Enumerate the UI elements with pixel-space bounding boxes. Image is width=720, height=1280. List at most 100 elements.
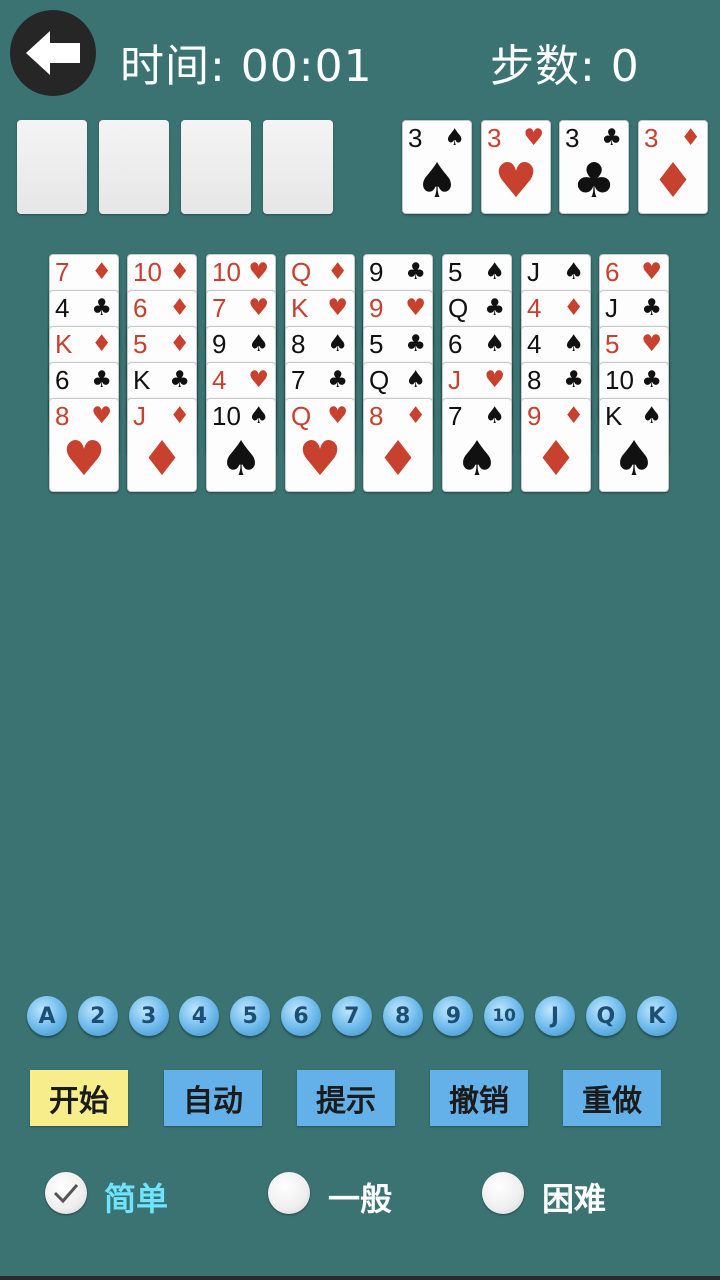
- difficulty-hard-label[interactable]: 困难: [542, 1174, 606, 1220]
- tableau-card[interactable]: 8 ♦ ♦: [363, 398, 433, 492]
- start-button[interactable]: 开始: [30, 1070, 128, 1126]
- rank-button[interactable]: 7: [331, 996, 372, 1036]
- rank-button[interactable]: 4: [179, 996, 220, 1036]
- card-rank: 7: [212, 293, 227, 323]
- rank-button[interactable]: 3: [128, 996, 169, 1036]
- difficulty-easy-label[interactable]: 简单: [104, 1174, 168, 1220]
- card-rank: 5: [605, 329, 620, 359]
- card-rank: 9: [527, 401, 542, 431]
- tableau-card[interactable]: Q ♥ ♥: [285, 398, 355, 492]
- hint-button[interactable]: 提示: [297, 1070, 395, 1126]
- tableau-card[interactable]: 10 ♠ ♠: [206, 398, 276, 492]
- card-suit-small: ♦: [91, 259, 112, 285]
- tableau-card[interactable]: 7 ♠ ♠: [442, 398, 512, 492]
- back-arrow-icon: [26, 31, 80, 75]
- radio-easy[interactable]: [45, 1172, 87, 1214]
- tableau-card[interactable]: J ♦ ♦: [127, 398, 197, 492]
- card-rank: 8: [291, 329, 306, 359]
- card-rank: 7: [448, 401, 463, 431]
- rank-button[interactable]: 2: [77, 996, 118, 1036]
- card-suit-small: ♠: [405, 367, 426, 393]
- rank-button[interactable]: 5: [230, 996, 271, 1036]
- card-suit-large: ♠: [219, 431, 263, 487]
- tableau-card[interactable]: 8 ♥ ♥: [49, 398, 119, 492]
- rank-button[interactable]: 8: [382, 996, 423, 1036]
- card-rank: 6: [55, 365, 70, 395]
- foundation-card[interactable]: 3 ♠ ♠: [402, 120, 472, 214]
- card-suit-large: ♦: [140, 431, 184, 487]
- rank-button[interactable]: K: [636, 996, 677, 1036]
- card-rank: 8: [369, 401, 384, 431]
- card-suit-large: ♠: [612, 431, 656, 487]
- card-rank: 3: [408, 123, 423, 153]
- card-suit-small: ♠: [484, 259, 505, 285]
- card-rank: 8: [527, 365, 542, 395]
- card-rank: 9: [369, 293, 384, 323]
- rank-button[interactable]: J: [535, 996, 575, 1036]
- card-suit-small: ♥: [405, 295, 426, 321]
- card-suit-large: ♦: [651, 153, 695, 209]
- free-cell-1[interactable]: [17, 120, 87, 214]
- card-suit-large: ♠: [455, 431, 499, 487]
- free-cell-2[interactable]: [99, 120, 169, 214]
- foundation-card[interactable]: 3 ♦ ♦: [638, 120, 708, 214]
- card-suit-small: ♦: [169, 295, 190, 321]
- difficulty-normal-label[interactable]: 一般: [328, 1174, 392, 1220]
- rank-button[interactable]: Q: [585, 996, 626, 1036]
- card-rank: 5: [369, 329, 384, 359]
- card-suit-small: ♥: [641, 259, 662, 285]
- tableau-card[interactable]: K ♠ ♠: [599, 398, 669, 492]
- card-rank: 10: [133, 257, 162, 287]
- card-suit-large: ♥: [62, 431, 106, 487]
- card-suit-small: ♦: [327, 259, 348, 285]
- free-cell-4[interactable]: [263, 120, 333, 214]
- card-rank: 4: [55, 293, 70, 323]
- redo-button[interactable]: 重做: [563, 1070, 661, 1126]
- card-suit-small: ♥: [641, 331, 662, 357]
- back-button[interactable]: [10, 10, 96, 96]
- card-rank: 10: [605, 365, 634, 395]
- card-rank: 4: [527, 329, 542, 359]
- radio-hard[interactable]: [482, 1172, 524, 1214]
- free-cell-3[interactable]: [181, 120, 251, 214]
- bottom-bar: [0, 1276, 720, 1280]
- card-suit-small: ♠: [248, 331, 269, 357]
- foundation-card[interactable]: 3 ♣ ♣: [559, 120, 629, 214]
- rank-button[interactable]: A: [27, 996, 67, 1036]
- card-rank: K: [291, 293, 309, 323]
- card-suit-small: ♦: [405, 403, 426, 429]
- card-suit-small: ♠: [563, 259, 584, 285]
- card-suit-small: ♥: [523, 125, 544, 151]
- rank-button[interactable]: 10: [484, 996, 525, 1036]
- card-rank: 6: [605, 257, 620, 287]
- card-rank: Q: [291, 257, 312, 287]
- tableau-card[interactable]: 9 ♦ ♦: [521, 398, 591, 492]
- card-rank: 5: [448, 257, 463, 287]
- card-rank: 6: [133, 293, 148, 323]
- rank-button[interactable]: 6: [281, 996, 321, 1036]
- rank-button[interactable]: 9: [433, 996, 474, 1036]
- timer-label: 时间: 00:01: [120, 41, 373, 92]
- card-rank: 10: [212, 401, 241, 431]
- card-suit-large: ♥: [298, 431, 342, 487]
- card-suit-small: ♣: [563, 367, 584, 393]
- card-suit-small: ♣: [641, 295, 662, 321]
- radio-normal[interactable]: [268, 1172, 310, 1214]
- card-rank: 8: [55, 401, 70, 431]
- card-suit-small: ♥: [484, 367, 505, 393]
- card-rank: 7: [291, 365, 306, 395]
- card-rank: J: [448, 365, 461, 395]
- card-suit-small: ♠: [327, 331, 348, 357]
- card-rank: J: [527, 257, 540, 287]
- card-rank: K: [133, 365, 151, 395]
- card-rank: K: [605, 401, 623, 431]
- card-suit-small: ♣: [601, 125, 622, 151]
- card-suit-small: ♦: [169, 331, 190, 357]
- auto-button[interactable]: 自动: [164, 1070, 262, 1126]
- card-suit-small: ♠: [484, 403, 505, 429]
- foundation-card[interactable]: 3 ♥ ♥: [481, 120, 551, 214]
- steps-label: 步数: 0: [490, 41, 640, 92]
- card-suit-large: ♥: [494, 153, 538, 209]
- card-rank: 3: [487, 123, 502, 153]
- undo-button[interactable]: 撤销: [430, 1070, 528, 1126]
